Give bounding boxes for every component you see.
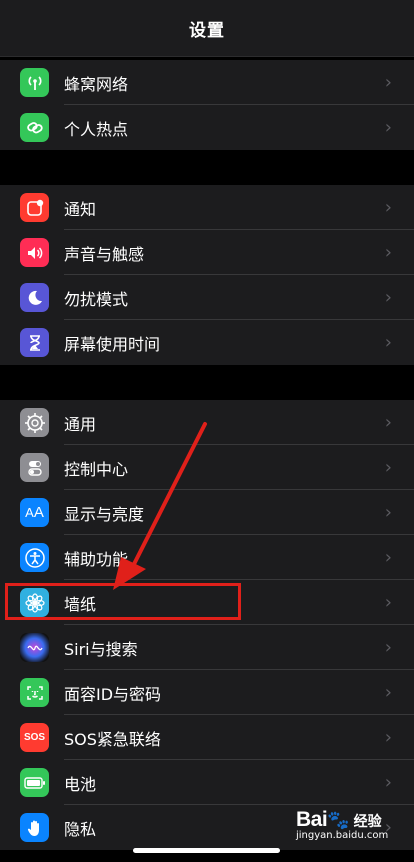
- watermark-url: jingyan.baidu.com: [296, 830, 389, 841]
- watermark: Bai🐾 经验 jingyan.baidu.com: [296, 808, 408, 858]
- home-indicator[interactable]: [133, 848, 280, 853]
- paw-icon: 🐾: [327, 810, 350, 831]
- watermark-logo: Bai: [296, 808, 328, 831]
- watermark-logo-suffix: 经验: [353, 814, 382, 830]
- annotation-arrow-icon: [113, 422, 207, 590]
